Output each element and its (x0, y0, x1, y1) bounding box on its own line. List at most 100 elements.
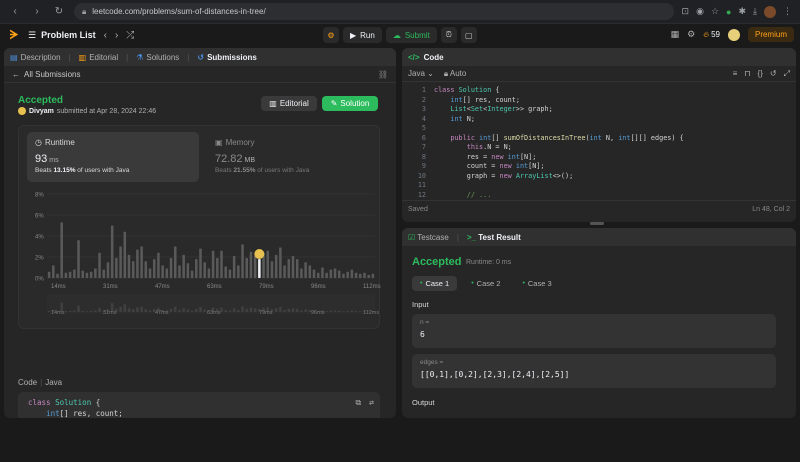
menu-icon[interactable]: ⋮ (783, 6, 792, 17)
settings-icon[interactable]: ⚙ (687, 29, 695, 40)
camera-icon[interactable]: ◉ (696, 6, 704, 17)
overview-tick-label: 112ms (363, 310, 379, 316)
runtime-distribution-chart[interactable]: 8% 6% 4% 2% 0% 14ms 31ms 47ms 63ms 79ms 96ms 112ms 1… (19, 188, 381, 328)
tab-test-result[interactable]: >_ Test Result (467, 233, 521, 242)
lock-icon: 🔒︎ (82, 6, 87, 16)
bar (337, 270, 341, 278)
line-number: 7 (421, 143, 426, 151)
braces-icon[interactable]: {} (758, 69, 763, 79)
bar (329, 269, 333, 278)
flask-icon: ⚗ (136, 52, 144, 62)
memory-label: Memory (225, 138, 255, 147)
user-avatar[interactable] (727, 28, 740, 41)
tab-solutions[interactable]: ⚗ Solutions (136, 53, 179, 62)
puzzle-icon[interactable]: ✱ (738, 6, 746, 17)
tab-testcase[interactable]: ☑ Testcase (408, 233, 449, 242)
format-icon[interactable]: ≡ (733, 69, 738, 79)
case-tabs: • Case 1 • Case 2 • Case 3 (412, 276, 560, 291)
auto-mode-toggle[interactable]: 🔒︎ Auto (444, 69, 467, 79)
horizontal-splitter[interactable] (590, 222, 604, 225)
runtime-card[interactable]: ◷ Runtime 93 ms Beats 13.15% of users with… (27, 132, 199, 182)
case-tab-1[interactable]: • Case 1 (412, 276, 458, 291)
code-editor[interactable]: 1 2 3 4 5 6 7 8 9 10 11 12 class Solution { int[] r… (402, 82, 796, 200)
shuffle-icon[interactable]: ⤮ (126, 30, 134, 41)
x-tick-label: 31ms (103, 284, 118, 290)
timer-button[interactable]: ⏰︎ (440, 27, 457, 43)
bar (258, 259, 261, 278)
all-submissions-link[interactable]: ← All Submissions ⛓ (4, 66, 396, 83)
problem-list-button[interactable]: ☰ Problem List (28, 30, 96, 41)
test-result-status: Accepted (412, 256, 462, 268)
tab-editorial[interactable]: ▥ Editorial (79, 53, 118, 62)
editor-status-bar: Saved Ln 48, Col 2 (402, 200, 796, 218)
bar (333, 268, 337, 278)
star-icon[interactable]: ☆ (711, 6, 719, 17)
tab-submissions[interactable]: ↺ Submissions (197, 53, 257, 62)
extension-icon[interactable]: ● (726, 7, 731, 17)
solution-button[interactable]: ✎ Solution (322, 96, 378, 111)
clock-icon: ◷ (35, 138, 42, 147)
line-number: 11 (417, 181, 426, 189)
pencil-icon: ✎ (330, 99, 338, 108)
performance-box: ◷ Runtime 93 ms Beats 13.15% of users with… (18, 125, 381, 329)
cursor-position: Ln 48, Col 2 (752, 206, 790, 213)
streak-counter[interactable]: 🔥︎ 59 (703, 30, 720, 40)
line-number: 1 (421, 86, 426, 94)
submission-user[interactable]: Divyam (29, 108, 54, 115)
line-number: 4 (421, 114, 426, 123)
line-number: 6 (421, 133, 426, 142)
bar (295, 259, 299, 278)
swap-icon[interactable]: ⇄ (369, 398, 374, 409)
editor-code[interactable]: class Solution { int[] res, count; List<… (434, 86, 684, 200)
bar (211, 250, 215, 278)
next-problem-icon[interactable]: › (115, 30, 118, 41)
editor-toolbar: Java ⌄ 🔒︎ Auto ≡ ⊓ {} ↺ ⤢ (402, 66, 796, 82)
case-tab-3[interactable]: • Case 3 (514, 276, 559, 291)
input-edges-value: [[0,1],[0,2],[2,3],[2,4],[2,5]] (420, 370, 570, 379)
notes-button[interactable]: ▢ (460, 27, 477, 43)
browser-toolbar: ‹ › ↻ 🔒︎ leetcode.com/problems/sum-of-di… (0, 0, 800, 24)
url-text: leetcode.com/problems/sum-of-distances-i… (92, 7, 266, 16)
reload-icon[interactable]: ↻ (52, 6, 66, 17)
bar (316, 272, 320, 278)
reset-icon[interactable]: ↺ (770, 69, 777, 79)
premium-button[interactable]: Premium (747, 27, 794, 42)
cast-icon[interactable]: ⊡ (682, 6, 690, 17)
bar (102, 269, 106, 278)
line-number: 9 (421, 162, 426, 170)
layout-icon[interactable]: ▦ (671, 29, 680, 40)
debug-button[interactable]: ⚙ (323, 27, 339, 43)
tab-description[interactable]: ▤ Description (10, 53, 61, 62)
forward-icon[interactable]: › (30, 6, 44, 17)
memory-card[interactable]: ▣ Memory 72.82 MB Beats 21.55% of users wi… (207, 132, 373, 182)
prev-problem-icon[interactable]: ‹ (104, 30, 107, 41)
pass-dot-icon: • (522, 280, 525, 287)
bar (52, 265, 55, 278)
leetcode-logo-icon[interactable]: ᗒ (8, 28, 20, 42)
share-link-icon[interactable]: ⛓ (378, 70, 388, 79)
user-avatar-marker (254, 249, 265, 259)
extension-icons: ⊡ ◉ ☆ ● ✱ ⤓ ⋮ (682, 5, 792, 18)
bookmark-icon[interactable]: ⊓ (744, 69, 750, 79)
overview-tick-label: 63ms (207, 310, 221, 316)
submit-button[interactable]: ☁ Submit (385, 27, 437, 43)
bar (190, 270, 194, 278)
run-button[interactable]: ▶ Run (343, 27, 382, 43)
profile-avatar[interactable] (764, 5, 776, 18)
input-n-box: n = 6 (412, 314, 776, 348)
language-select[interactable]: Java ⌄ (408, 69, 434, 78)
address-bar[interactable]: 🔒︎ leetcode.com/problems/sum-of-distance… (74, 3, 674, 20)
bar (64, 272, 68, 278)
editorial-button[interactable]: ▥ Editorial (261, 96, 317, 111)
overview-tick-label: 47ms (155, 310, 169, 316)
copy-icon[interactable]: ⧉ (355, 398, 361, 409)
bar (199, 248, 202, 278)
expand-icon[interactable]: ⤢ (784, 69, 790, 79)
bar (354, 272, 358, 278)
bar (140, 246, 143, 278)
case-tab-2[interactable]: • Case 2 (463, 276, 508, 291)
document-icon: ▤ (10, 52, 18, 62)
bar (241, 244, 244, 278)
back-icon[interactable]: ‹ (8, 6, 22, 17)
download-icon[interactable]: ⤓ (753, 6, 757, 17)
